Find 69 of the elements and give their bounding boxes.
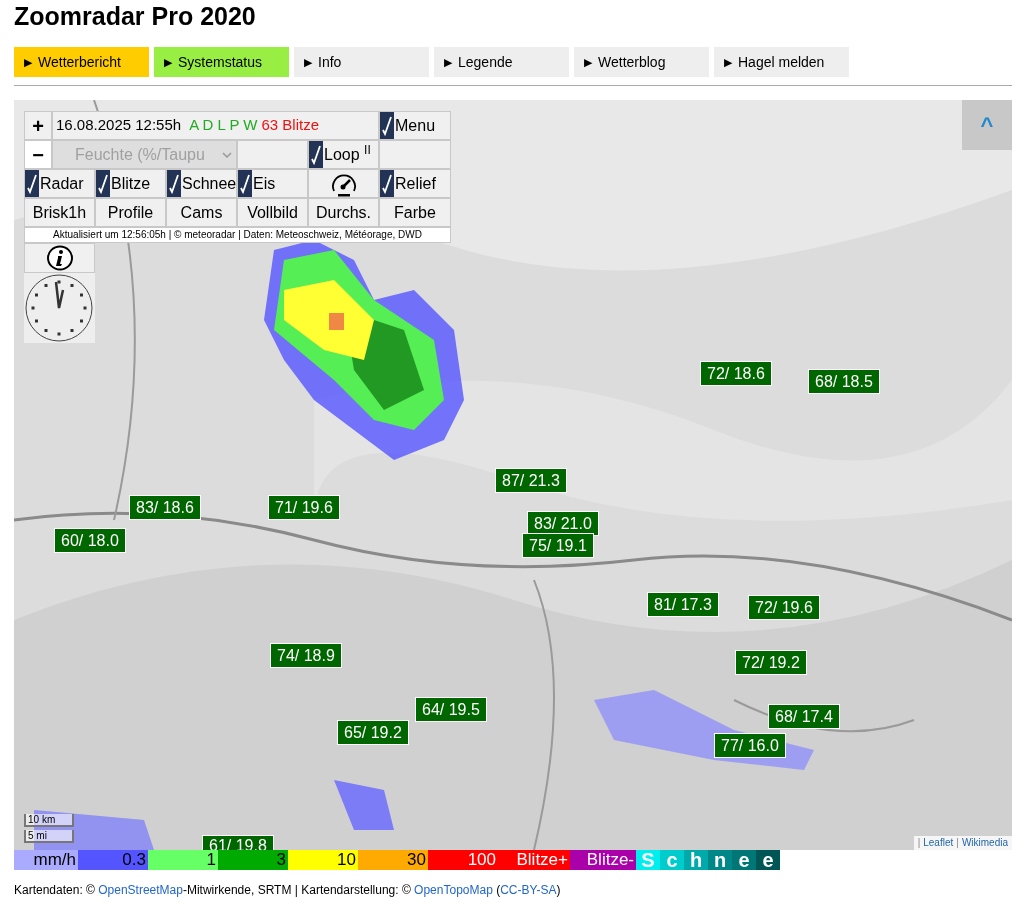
legend-swatch: 10 <box>288 850 358 870</box>
chevron-icon <box>222 151 232 158</box>
legend-swatch: e <box>756 850 780 870</box>
attribution-link[interactable]: Wikimedia <box>961 836 1008 850</box>
checkbox[interactable] <box>25 170 39 197</box>
checkbox[interactable] <box>380 112 394 139</box>
page-title: Zoomradar Pro 2020 <box>14 1 257 32</box>
station-label: 74/ 18.9 <box>270 643 342 668</box>
timestamp: 16.08.2025 12:55h <box>56 115 182 136</box>
panel-button[interactable]: Farbe <box>379 198 451 227</box>
map-credits: Kartendaten: © OpenStreetMap-Mitwirkende, SRTM | Kartendarstellung: © OpenTopoMap (CC-BY-SA) <box>14 882 562 899</box>
info-icon[interactable] <box>46 245 73 271</box>
checkbox[interactable] <box>167 170 181 197</box>
legend-swatch: 0.3 <box>78 850 148 870</box>
legend-swatch: e <box>732 850 756 870</box>
station-label: 71/ 19.6 <box>268 495 340 520</box>
panel-button[interactable]: Durchs. <box>308 198 379 227</box>
legend-swatch: h <box>684 850 708 870</box>
panel-button[interactable]: Vollbild <box>237 198 308 227</box>
station-label: 72/ 19.6 <box>748 595 820 620</box>
separator: | <box>917 836 921 850</box>
station-label: 65/ 19.2 <box>337 720 409 745</box>
legend-swatch: c <box>660 850 684 870</box>
zoom-out-button[interactable]: − <box>24 140 52 169</box>
legend-swatch: 3 <box>218 850 288 870</box>
footer-link[interactable]: OpenTopoMap <box>414 883 493 897</box>
station-label: 64/ 19.5 <box>415 697 487 722</box>
legend-swatch: 1 <box>148 850 218 870</box>
footer-link[interactable]: CC-BY-SA <box>500 883 557 897</box>
scale-bar: 5 mi <box>24 830 74 843</box>
panel-button[interactable]: Brisk1h <box>24 198 95 227</box>
checkbox[interactable] <box>380 170 394 197</box>
scale-bar: 10 km <box>24 814 74 827</box>
menu-tab[interactable]: ▶ Wetterbericht <box>14 47 149 77</box>
checkbox[interactable] <box>96 170 110 197</box>
station-label: 68/ 18.5 <box>808 369 880 394</box>
clock-icon <box>24 273 95 343</box>
checkbox[interactable] <box>238 170 252 197</box>
checkbox[interactable] <box>309 141 323 168</box>
attribution-link[interactable]: Leaflet <box>923 836 954 850</box>
legend-swatch: n <box>708 850 732 870</box>
panel-button[interactable]: Cams <box>166 198 237 227</box>
lightning-count: 63 Blitze <box>261 115 320 136</box>
separator: | <box>956 836 959 850</box>
station-label: 81/ 17.3 <box>647 592 719 617</box>
legend-swatch: Blitze+ <box>498 850 570 870</box>
menu-tab[interactable]: ▶ Info <box>294 47 429 77</box>
menu-tab[interactable]: ▶ Hagel melden <box>714 47 849 77</box>
station-label: 60/ 18.0 <box>54 528 126 553</box>
station-label: 72/ 19.2 <box>735 650 807 675</box>
legend-swatch: Blitze- <box>570 850 636 870</box>
station-label: 83/ 18.6 <box>129 495 201 520</box>
menu-tab[interactable]: ▶ Wetterblog <box>574 47 709 77</box>
legend-swatch: 30 <box>358 850 428 870</box>
footer-link[interactable]: OpenStreetMap <box>98 883 183 897</box>
menu-tab[interactable]: ▶ Legende <box>434 47 569 77</box>
data-sources: A D L P W <box>189 115 258 136</box>
legend-swatch: mm/h <box>14 850 78 870</box>
zoom-in-button[interactable]: + <box>24 111 52 140</box>
legend-swatch: 100 <box>428 850 498 870</box>
station-label: 87/ 21.3 <box>495 468 567 493</box>
menu-tab[interactable]: ▶ Systemstatus <box>154 47 289 77</box>
station-label: 68/ 17.4 <box>768 704 840 729</box>
station-label: 72/ 18.6 <box>700 361 772 386</box>
panel-button[interactable]: Profile <box>95 198 166 227</box>
legend-swatch: S <box>636 850 660 870</box>
update-info: Aktualisiert um 12:56:05h | © meteoradar | Daten: Meteoschweiz, Météorage, DWD <box>24 227 451 243</box>
station-label: 75/ 19.1 <box>522 533 594 558</box>
station-label: 77/ 16.0 <box>714 733 786 758</box>
